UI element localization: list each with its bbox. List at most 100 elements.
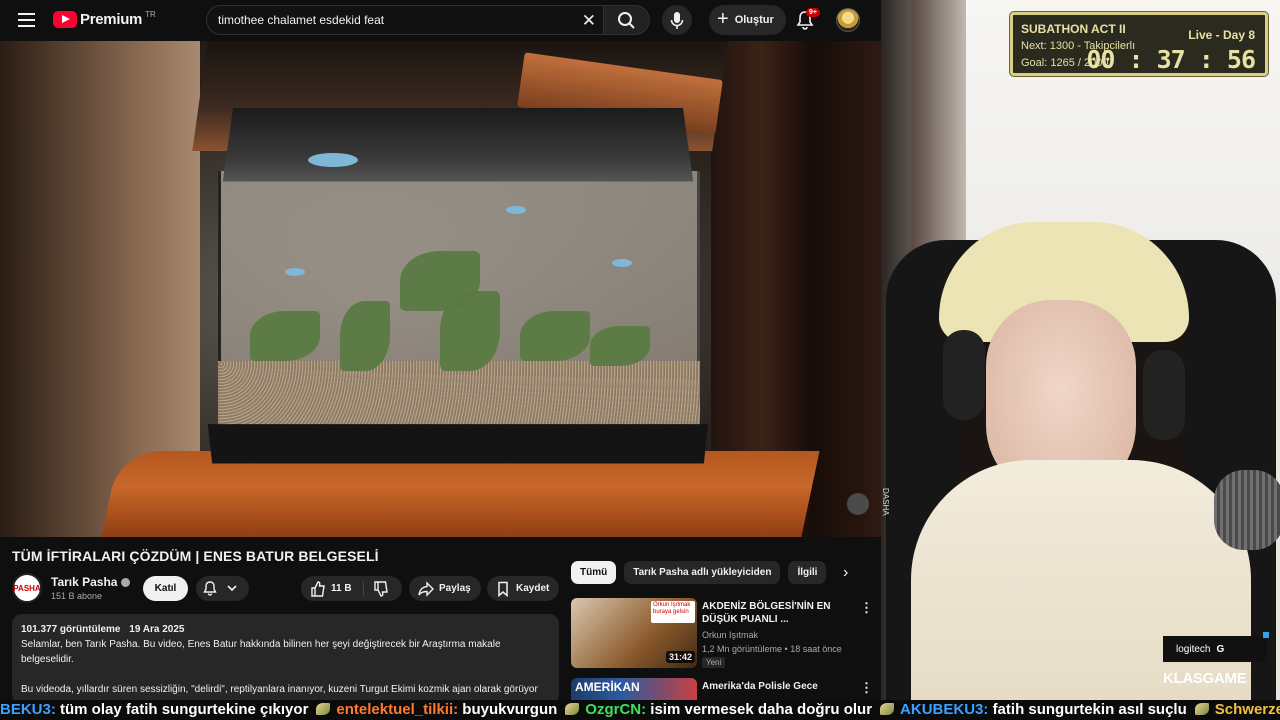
channel-avatar[interactable]: PASHA bbox=[12, 573, 42, 603]
country-code: TR bbox=[145, 10, 156, 19]
bookmark-icon bbox=[498, 581, 508, 597]
video-frame-plant bbox=[250, 311, 320, 361]
plus-icon: + bbox=[717, 7, 729, 30]
live-day-label: Live - Day 8 bbox=[1188, 28, 1255, 42]
subathon-countdown: 00 : 37 : 56 bbox=[1086, 45, 1256, 74]
microphone-icon bbox=[670, 12, 684, 29]
video-frame-plant bbox=[340, 301, 390, 371]
webcam-feed: DASHA bbox=[881, 0, 1280, 700]
clear-search-icon[interactable]: ✕ bbox=[582, 11, 596, 31]
chat-username: entelektuel_tilkii: bbox=[336, 701, 463, 718]
thumbs-down-icon[interactable] bbox=[372, 580, 390, 598]
related-video-thumbnail[interactable]: Orkun Işıtmak buraya gelsin 31:42 bbox=[571, 598, 697, 668]
sponsor-logo: logitech G bbox=[1163, 632, 1269, 662]
subathon-title: SUBATHON ACT II bbox=[1021, 22, 1126, 36]
chip-from-uploader[interactable]: Tarık Pasha adlı yükleyiciden bbox=[624, 561, 781, 584]
chat-username: AKUBEKU3: bbox=[900, 701, 993, 718]
related-video-stats: 1,2 Mn görüntüleme • 18 saat önce bbox=[702, 644, 842, 654]
video-duration: 31:42 bbox=[666, 651, 696, 663]
related-video-title[interactable]: Amerika'da Polisle Gece bbox=[702, 680, 854, 693]
thumbs-up-icon[interactable] bbox=[309, 580, 327, 598]
join-button[interactable]: Katıl bbox=[143, 576, 188, 601]
chat-ticker: BEKU3: tüm olay fatih sungurtekine çıkıy… bbox=[0, 700, 1280, 720]
search-button[interactable] bbox=[604, 5, 650, 35]
video-frame-plant bbox=[520, 311, 590, 361]
account-avatar[interactable] bbox=[836, 8, 860, 32]
search-input[interactable] bbox=[207, 13, 567, 27]
more-options-icon[interactable]: ⋮ bbox=[860, 680, 873, 696]
team-logo-klas: KLAS bbox=[1163, 670, 1203, 687]
headphones-icon bbox=[943, 330, 985, 420]
chevron-right-icon[interactable]: › bbox=[843, 564, 848, 582]
share-button[interactable]: Paylaş bbox=[409, 576, 481, 601]
related-video-age: 18 saat önce bbox=[790, 644, 842, 654]
video-frame-table bbox=[100, 451, 820, 537]
chat-separator-icon bbox=[1194, 703, 1209, 715]
notification-count-badge: 9+ bbox=[806, 8, 820, 17]
video-description[interactable]: 101.377 görüntüleme 19 Ara 2025 Selamlar… bbox=[12, 614, 559, 700]
webcam-streamer-sweater bbox=[911, 460, 1251, 700]
microphone-icon bbox=[1214, 470, 1280, 550]
search-box: ✕ bbox=[206, 5, 604, 35]
chat-message: isim vermesek daha doğru olur bbox=[650, 701, 873, 718]
description-meta: 101.377 görüntüleme 19 Ara 2025 bbox=[21, 622, 550, 637]
brand-label: Premium bbox=[80, 11, 143, 28]
description-text: Selamlar, ben Tarık Pasha. Bu video, Ene… bbox=[21, 639, 501, 665]
like-count[interactable]: 11 B bbox=[331, 583, 352, 594]
more-options-icon[interactable]: ⋮ bbox=[860, 600, 873, 616]
related-video-title[interactable]: AKDENİZ BÖLGESİ'NİN EN DÜŞÜK PUANLI ... bbox=[702, 600, 854, 626]
new-badge: Yeni bbox=[702, 657, 726, 668]
share-label: Paylaş bbox=[439, 583, 471, 594]
share-icon bbox=[418, 580, 434, 597]
sponsor-mark: G bbox=[1216, 643, 1225, 655]
chip-all[interactable]: Tümü bbox=[571, 561, 617, 584]
thumbnail-text: AMERİKAN bbox=[575, 680, 640, 694]
search-icon bbox=[618, 12, 635, 29]
voice-search-button[interactable] bbox=[662, 5, 692, 35]
related-filter-chips: Tümü Tarık Pasha adlı yükleyiciden İlgil… bbox=[571, 561, 827, 584]
stream-layout: Premium TR ✕ + Oluştur 9+ bbox=[0, 0, 1280, 720]
youtube-logo[interactable]: Premium TR bbox=[53, 10, 156, 28]
related-video-channel[interactable]: Orkun Işıtmak bbox=[702, 630, 758, 640]
channel-name-row[interactable]: Tarık Pasha bbox=[51, 575, 131, 589]
chat-message: fatih sungurtekin asıl suçlu bbox=[992, 701, 1187, 718]
video-frame-fish bbox=[308, 153, 358, 167]
save-button[interactable]: Kaydet bbox=[487, 576, 559, 601]
create-button[interactable]: + Oluştur bbox=[709, 5, 786, 35]
chat-username: BEKU3: bbox=[0, 701, 61, 718]
related-video-item[interactable]: AMERİKAN Amerika'da Polisle Gece ⋮ bbox=[571, 678, 873, 700]
save-label: Kaydet bbox=[516, 583, 550, 594]
verified-icon bbox=[121, 577, 131, 587]
headphones-icon bbox=[1143, 350, 1185, 440]
thumbnail-badge: Orkun Işıtmak buraya gelsin bbox=[651, 601, 695, 623]
video-frame-fish bbox=[506, 206, 526, 214]
video-player[interactable] bbox=[0, 41, 881, 537]
video-frame-aquarium-lid bbox=[222, 108, 694, 182]
description-text: Bu videoda, yıllardır süren sessizliğin,… bbox=[21, 684, 538, 695]
chip-related[interactable]: İlgili bbox=[788, 561, 827, 584]
youtube-page: Premium TR ✕ + Oluştur 9+ bbox=[0, 0, 881, 700]
video-frame-fish bbox=[285, 268, 305, 276]
chat-message: buyukvurgun bbox=[462, 701, 558, 718]
video-frame-fish bbox=[612, 259, 632, 267]
chat-separator-icon bbox=[316, 703, 331, 715]
related-video-thumbnail[interactable]: AMERİKAN bbox=[571, 678, 697, 700]
vertical-overlay-text: DASHA bbox=[881, 488, 890, 516]
chat-username: OzgrCN: bbox=[585, 701, 651, 718]
notification-bell-dropdown[interactable] bbox=[196, 576, 249, 601]
chat-username: Schwerze: bbox=[1214, 701, 1280, 718]
view-count: 101.377 görüntüleme bbox=[21, 624, 121, 635]
sponsor-accent bbox=[1263, 632, 1269, 638]
subathon-timer-widget: SUBATHON ACT II Live - Day 8 Next: 1300 … bbox=[1010, 12, 1268, 76]
channel-name[interactable]: Tarık Pasha bbox=[51, 575, 117, 589]
chevron-down-icon bbox=[227, 585, 237, 592]
video-frame-plant bbox=[590, 326, 650, 366]
upload-date: 19 Ara 2025 bbox=[129, 624, 185, 635]
video-frame-plant bbox=[440, 291, 500, 371]
notifications-button[interactable]: 9+ bbox=[796, 8, 820, 30]
subscriber-count: 151 B abone bbox=[51, 591, 103, 601]
related-video-item[interactable]: Orkun Işıtmak buraya gelsin 31:42 AKDENİ… bbox=[571, 598, 873, 674]
chat-separator-icon bbox=[565, 703, 580, 715]
menu-icon[interactable] bbox=[18, 13, 35, 27]
create-label: Oluştur bbox=[734, 14, 774, 26]
